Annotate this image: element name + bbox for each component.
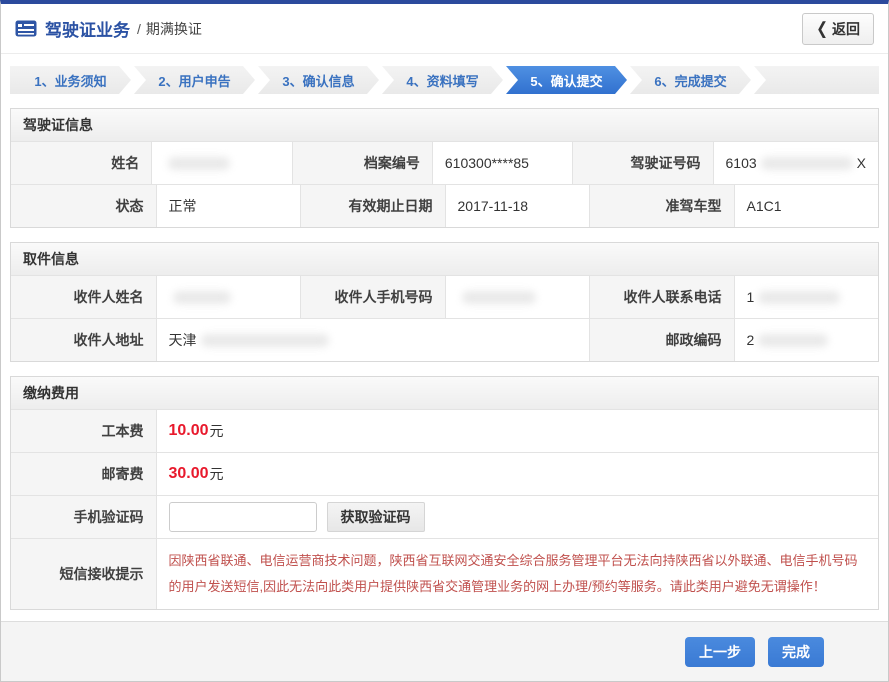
recipient-name-label: 收件人姓名 [11,276,156,318]
finish-button[interactable]: 完成 [768,637,824,667]
redacted-blur [758,334,828,347]
previous-step-button[interactable]: 上一步 [685,637,755,667]
name-value [151,142,291,184]
license-section-title: 驾驶证信息 [11,109,878,141]
id-card-list-icon [15,20,37,37]
recipient-mobile-value [445,276,590,318]
page-title: 驾驶证业务 [45,16,130,41]
redacted-blur [758,291,840,304]
fees-section-title: 缴纳费用 [11,377,878,409]
step-tab-5[interactable]: 5、确认提交 [506,66,627,94]
back-chevron-icon: ❮ [816,18,828,38]
table-row: 短信接收提示 因陕西省联通、电信运营商技术问题，陕西省互联网交通安全综合服务管理… [11,538,878,609]
table-row: 手机验证码 获取验证码 [11,495,878,538]
recipient-phone-value: 1 [734,276,879,318]
redacted-blur [462,291,536,304]
back-button[interactable]: ❮ 返回 [802,13,874,45]
step-wizard-filler [754,66,879,94]
table-row: 姓名 档案编号 610300****85 驾驶证号码 6103 X [11,141,878,184]
production-fee-unit: 元 [210,421,224,441]
license-no-prefix: 6103 [726,155,757,171]
recipient-address-label: 收件人地址 [11,319,156,361]
license-info-section: 驾驶证信息 姓名 档案编号 610300****85 驾驶证号码 6103 X 状… [10,108,879,228]
postage-fee-label: 邮寄费 [11,453,156,495]
sms-notice-label: 短信接收提示 [11,539,156,609]
sms-notice-text: 因陕西省联通、电信运营商技术问题，陕西省互联网交通安全综合服务管理平台无法向持陕… [157,539,879,609]
table-row: 状态 正常 有效期止日期 2017-11-18 准驾车型 A1C1 [11,184,878,227]
pickup-section-title: 取件信息 [11,243,878,275]
postal-code-prefix: 2 [747,332,755,348]
table-row: 工本费 10.00元 [11,409,878,452]
license-no-suffix: X [857,155,866,171]
table-row: 收件人姓名 收件人手机号码 收件人联系电话 1 [11,275,878,318]
step-tab-3[interactable]: 3、确认信息 [258,66,379,94]
step-tab-4[interactable]: 4、资料填写 [382,66,503,94]
table-row: 收件人地址 天津 邮政编码 2 [11,318,878,361]
get-sms-code-button[interactable]: 获取验证码 [327,502,425,532]
license-no-label: 驾驶证号码 [572,142,712,184]
table-row: 邮寄费 30.00元 [11,452,878,495]
recipient-address-prefix: 天津 [169,330,197,350]
recipient-name-value [156,276,301,318]
vehicle-class-value: A1C1 [734,185,879,227]
step-tab-2[interactable]: 2、用户申告 [134,66,255,94]
sms-notice-cell: 因陕西省联通、电信运营商技术问题，陕西省互联网交通安全综合服务管理平台无法向持陕… [156,539,879,609]
step-wizard: 1、业务须知 2、用户申告 3、确认信息 4、资料填写 5、确认提交 6、完成提… [10,66,879,94]
sms-code-input[interactable] [169,502,317,532]
production-fee-value: 10.00元 [156,410,879,452]
back-button-label: 返回 [832,19,860,39]
footer-action-bar: 上一步 完成 [1,621,888,681]
redacted-blur [173,291,231,304]
name-label: 姓名 [11,142,151,184]
recipient-phone-prefix: 1 [747,289,755,305]
postage-fee-amount: 30.00 [169,465,209,483]
status-label: 状态 [11,185,156,227]
postal-code-value: 2 [734,319,879,361]
recipient-phone-label: 收件人联系电话 [589,276,734,318]
redacted-blur [761,157,853,170]
breadcrumb-divider: / [137,21,141,37]
header-bar: 驾驶证业务 / 期满换证 ❮ 返回 [1,4,888,54]
vehicle-class-label: 准驾车型 [589,185,734,227]
fees-section: 缴纳费用 工本费 10.00元 邮寄费 30.00元 手机验证码 获取验证码 短… [10,376,879,610]
postal-code-label: 邮政编码 [589,319,734,361]
expiry-label: 有效期止日期 [300,185,445,227]
sms-code-cell: 获取验证码 [156,496,879,538]
breadcrumb-current: 期满换证 [146,21,202,37]
pickup-info-section: 取件信息 收件人姓名 收件人手机号码 收件人联系电话 1 收件人地址 天津 邮政… [10,242,879,362]
postage-fee-unit: 元 [210,464,224,484]
postage-fee-value: 30.00元 [156,453,879,495]
recipient-mobile-label: 收件人手机号码 [300,276,445,318]
status-value: 正常 [156,185,301,227]
step-tab-6[interactable]: 6、完成提交 [630,66,751,94]
step-tab-1[interactable]: 1、业务须知 [10,66,131,94]
file-no-value: 610300****85 [432,142,572,184]
recipient-address-value: 天津 [156,319,590,361]
license-no-value: 6103 X [713,142,879,184]
production-fee-label: 工本费 [11,410,156,452]
sms-code-label: 手机验证码 [11,496,156,538]
redacted-blur [168,157,230,170]
file-no-label: 档案编号 [292,142,432,184]
redacted-blur [201,334,329,347]
expiry-value: 2017-11-18 [445,185,590,227]
breadcrumb: / 期满换证 [137,19,202,39]
production-fee-amount: 10.00 [169,422,209,440]
